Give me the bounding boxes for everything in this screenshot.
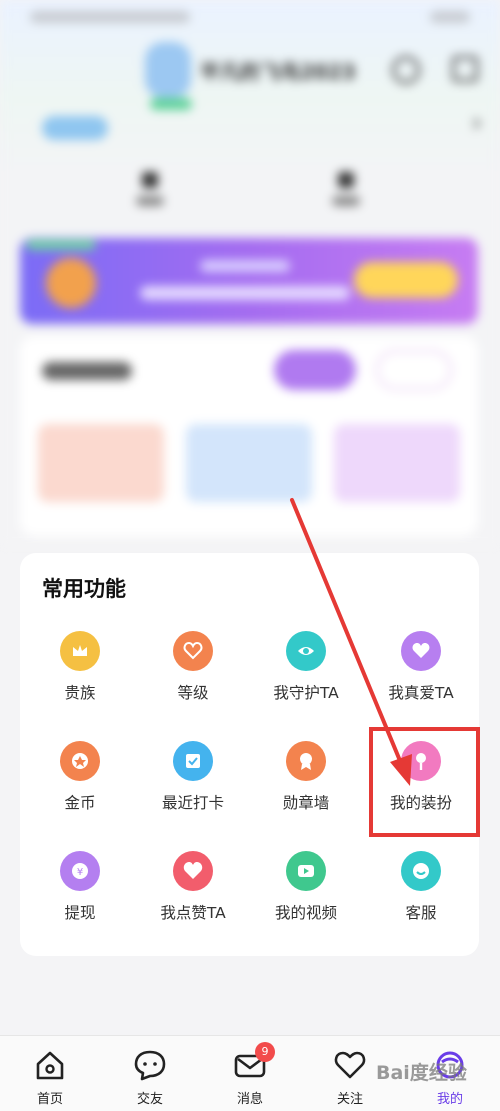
heart-icon	[173, 851, 213, 891]
nav-friends[interactable]: 交友	[118, 1048, 182, 1107]
unread-badge: 9	[255, 1042, 275, 1062]
svg-text:¥: ¥	[77, 867, 83, 878]
profile-pill[interactable]	[42, 116, 108, 140]
stat-item[interactable]	[326, 172, 366, 206]
nav-label: 我的	[436, 1092, 463, 1107]
coin-icon	[60, 741, 100, 781]
function-label: 提现	[64, 904, 96, 922]
promo-banner[interactable]	[20, 238, 478, 324]
function-item[interactable]: 我点赞TA	[138, 851, 248, 941]
stats-tile[interactable]	[38, 424, 164, 502]
function-label: 我点赞TA	[160, 904, 226, 922]
nav-messages[interactable]: 9 消息	[218, 1042, 282, 1107]
function-item[interactable]: 金币	[25, 741, 135, 831]
blurred-profile-area: 平凡的飞鸟2023 ›	[0, 0, 500, 545]
function-label: 我的视频	[274, 904, 337, 922]
coin-icon	[46, 258, 96, 308]
double-heart-icon	[401, 631, 441, 671]
edit-icon[interactable]	[452, 56, 478, 82]
heart-badge-icon	[173, 631, 213, 671]
function-item[interactable]: 等级	[138, 631, 248, 721]
nav-label: 消息	[236, 1092, 263, 1107]
function-label: 等级	[177, 684, 209, 702]
watermark: Bai度经验	[376, 1062, 467, 1084]
crown-icon	[60, 631, 100, 671]
stat-item[interactable]	[130, 172, 170, 206]
chevron-right-icon[interactable]: ›	[472, 108, 482, 138]
function-item[interactable]: 客服	[366, 851, 476, 941]
stats-tab-button[interactable]	[376, 350, 452, 390]
function-item[interactable]: 勋章墙	[251, 741, 361, 831]
stats-tile[interactable]	[334, 424, 460, 502]
function-label: 金币	[64, 794, 96, 812]
vip-tag	[150, 98, 192, 110]
function-item[interactable]: 我的视频	[251, 851, 361, 941]
status-bar-left	[30, 11, 190, 23]
home-icon	[33, 1048, 67, 1082]
video-icon	[286, 851, 326, 891]
function-label: 客服	[405, 904, 437, 922]
function-label: 最近打卡	[161, 794, 224, 812]
nav-label: 首页	[36, 1092, 63, 1107]
function-label: 我守护TA	[273, 684, 339, 702]
withdraw-icon: ¥	[60, 851, 100, 891]
function-label: 我真爱TA	[388, 684, 454, 702]
customer-service-icon	[401, 851, 441, 891]
function-item[interactable]: 我真爱TA	[366, 631, 476, 721]
nav-label: 交友	[136, 1092, 163, 1107]
annotation-highlight-box	[369, 727, 480, 837]
avatar[interactable]	[145, 42, 191, 98]
section-title: 常用功能	[42, 577, 126, 601]
shield-eye-icon	[286, 631, 326, 671]
nav-follow[interactable]: 关注	[318, 1048, 382, 1107]
gear-icon[interactable]	[392, 56, 420, 84]
stats-tab-button[interactable]	[274, 350, 356, 390]
mail-icon: 9	[233, 1042, 275, 1082]
chat-bubble-icon	[133, 1048, 167, 1082]
function-label: 勋章墙	[282, 794, 330, 812]
status-bar-right	[430, 11, 470, 23]
function-item[interactable]: 贵族	[25, 631, 135, 721]
function-item[interactable]: 最近打卡	[138, 741, 248, 831]
function-item[interactable]: ¥ 提现	[25, 851, 135, 941]
medal-icon	[286, 741, 326, 781]
banner-cta-button[interactable]	[354, 262, 458, 298]
status-bar	[30, 8, 470, 28]
function-label: 贵族	[64, 684, 96, 702]
checkin-icon	[173, 741, 213, 781]
stats-tile[interactable]	[186, 424, 312, 502]
nav-home[interactable]: 首页	[18, 1048, 82, 1107]
profile-name: 平凡的飞鸟2023	[200, 60, 356, 84]
stats-card	[20, 336, 478, 536]
nav-label: 关注	[336, 1092, 363, 1107]
heart-outline-icon	[333, 1048, 367, 1082]
function-item[interactable]: 我守护TA	[251, 631, 361, 721]
